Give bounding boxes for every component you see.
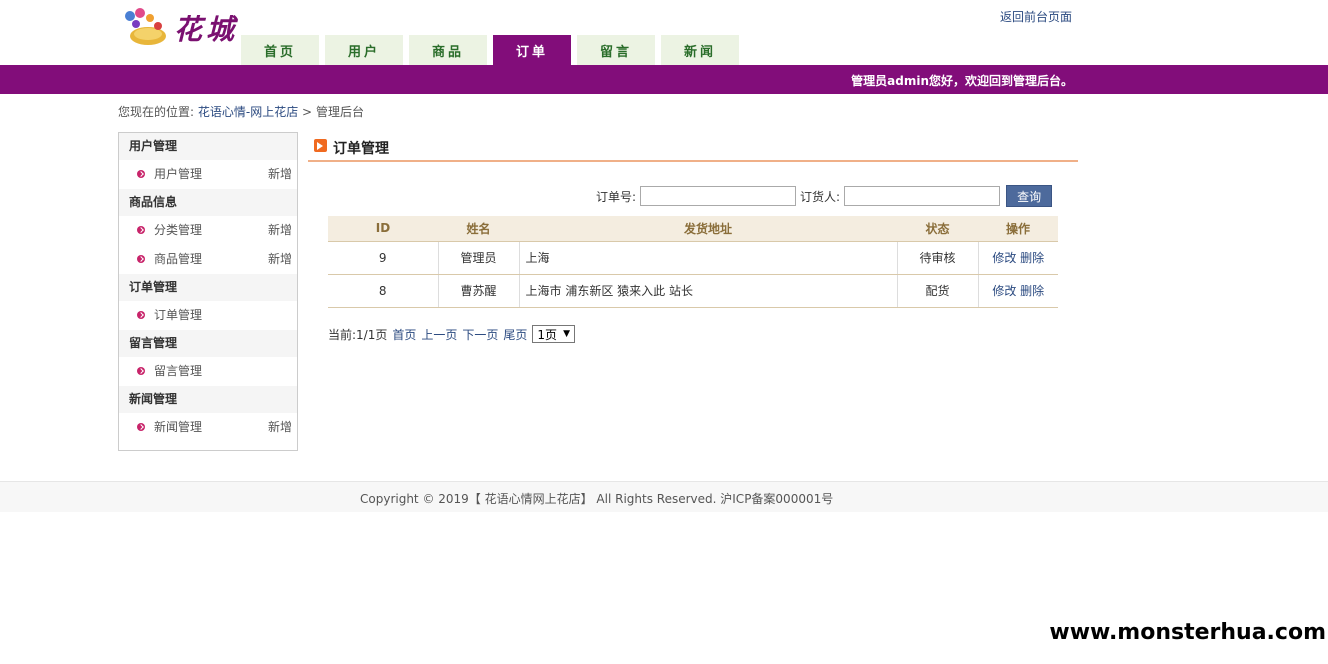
sidebar-group-title: 留言管理 [119, 330, 297, 357]
sidebar-group-title: 订单管理 [119, 274, 297, 301]
first-page-link[interactable]: 首页 [392, 326, 416, 343]
nav-tab-orders[interactable]: 订单 [493, 35, 571, 65]
breadcrumb: 您现在的位置: 花语心情-网上花店 > 管理后台 [118, 103, 364, 120]
table-row: 9 管理员 上海 待审核 修改 删除 [328, 241, 1058, 275]
breadcrumb-home-link[interactable]: 花语心情-网上花店 [198, 105, 298, 119]
sidebar-item-label[interactable]: 新闻管理 [154, 413, 202, 442]
sidebar-group-title: 用户管理 [119, 133, 297, 160]
cell-name: 管理员 [437, 241, 520, 275]
sidebar-add-link[interactable]: 新增 [268, 216, 292, 245]
edit-link[interactable]: 修改 [992, 284, 1016, 298]
back-to-frontend-link[interactable]: 返回前台页面 [1000, 8, 1072, 25]
sidebar-group-products: 商品信息 分类管理 新增 商品管理 新增 [119, 189, 297, 274]
cell-name: 曹苏醒 [437, 274, 520, 308]
table-header-row: ID 姓名 发货地址 状态 操作 [328, 216, 1058, 242]
sidebar-item-message-management[interactable]: 留言管理 [119, 357, 297, 386]
order-search-form: 订单号: 订货人: 查询 [596, 185, 1053, 207]
cell-id: 8 [328, 274, 438, 308]
breadcrumb-current: 管理后台 [315, 105, 364, 119]
sidebar-item-label[interactable]: 分类管理 [154, 216, 202, 245]
page-select-value: 1页 [537, 327, 558, 342]
flower-basket-icon [125, 8, 166, 45]
delete-link[interactable]: 删除 [1020, 284, 1044, 298]
nav-tab-news[interactable]: 新闻 [661, 35, 739, 65]
sidebar: 用户管理 用户管理 新增 商品信息 分类管理 新增 商品管理 新增 订单管理 订… [118, 132, 298, 451]
arrow-bullet-icon [137, 255, 145, 263]
sidebar-item-label[interactable]: 用户管理 [154, 160, 202, 189]
sidebar-item-news-management[interactable]: 新闻管理 新增 [119, 413, 297, 442]
arrow-bullet-icon [137, 423, 145, 431]
arrow-bullet-icon [137, 226, 145, 234]
orders-table: ID 姓名 发货地址 状态 操作 9 管理员 上海 待审核 修改 删除 8 曹苏… [328, 216, 1058, 308]
sidebar-group-messages: 留言管理 留言管理 [119, 330, 297, 386]
query-button[interactable]: 查询 [1006, 185, 1053, 207]
breadcrumb-prefix: 您现在的位置: [118, 105, 195, 119]
logo-text: 花城 [174, 13, 239, 46]
sidebar-group-title: 商品信息 [119, 189, 297, 216]
nav-tab-users[interactable]: 用户 [325, 35, 403, 65]
edit-link[interactable]: 修改 [992, 251, 1016, 265]
next-page-link[interactable]: 下一页 [462, 326, 498, 343]
sidebar-group-news: 新闻管理 新闻管理 新增 [119, 386, 297, 442]
cell-status: 配货 [897, 274, 979, 308]
breadcrumb-separator: > [302, 105, 313, 119]
buyer-label: 订货人: [800, 189, 841, 204]
site-logo[interactable]: 花城 [118, 4, 242, 50]
cell-id: 9 [328, 241, 438, 275]
watermark: www.monsterhua.com [1049, 620, 1326, 645]
sidebar-item-category-management[interactable]: 分类管理 新增 [119, 216, 297, 245]
cell-address: 上海市 浦东新区 猿来入此 站长 [519, 274, 898, 308]
sidebar-add-link[interactable]: 新增 [268, 245, 292, 274]
sidebar-add-link[interactable]: 新增 [268, 413, 292, 442]
column-header-actions: 操作 [978, 216, 1058, 242]
nav-tab-products[interactable]: 商品 [409, 35, 487, 65]
sidebar-group-orders: 订单管理 订单管理 [119, 274, 297, 330]
column-header-name: 姓名 [438, 216, 519, 242]
sidebar-item-label[interactable]: 订单管理 [154, 301, 202, 330]
buyer-input[interactable] [844, 186, 1001, 206]
cell-actions: 修改 删除 [978, 241, 1058, 275]
nav-tab-messages[interactable]: 留言 [577, 35, 655, 65]
cell-status: 待审核 [897, 241, 979, 275]
arrow-bullet-icon [137, 311, 145, 319]
cell-actions: 修改 删除 [978, 274, 1058, 308]
sidebar-item-user-management[interactable]: 用户管理 新增 [119, 160, 297, 189]
pagination: 当前:1/1页 首页 上一页 下一页 尾页 1页 ▼ [328, 325, 575, 343]
welcome-message: 管理员admin您好，欢迎回到管理后台。 [851, 74, 1073, 88]
pagination-info: 当前:1/1页 [328, 327, 388, 342]
main-nav: 首页 用户 商品 订单 留言 新闻 [241, 35, 745, 65]
arrow-right-icon [314, 139, 327, 152]
sidebar-item-label[interactable]: 留言管理 [154, 357, 202, 386]
sidebar-group-title: 新闻管理 [119, 386, 297, 413]
delete-link[interactable]: 删除 [1020, 251, 1044, 265]
sidebar-item-label[interactable]: 商品管理 [154, 245, 202, 274]
page-select[interactable]: 1页 ▼ [532, 325, 575, 343]
section-header: 订单管理 [308, 134, 1078, 162]
table-row: 8 曹苏醒 上海市 浦东新区 猿来入此 站长 配货 修改 删除 [328, 274, 1058, 308]
footer: Copyright © 2019【 花语心情网上花店】 All Rights R… [0, 481, 1328, 512]
order-number-label: 订单号: [596, 189, 637, 204]
sidebar-group-users: 用户管理 用户管理 新增 [119, 133, 297, 189]
sidebar-item-product-management[interactable]: 商品管理 新增 [119, 245, 297, 274]
arrow-bullet-icon [137, 170, 145, 178]
arrow-bullet-icon [137, 367, 145, 375]
order-number-input[interactable] [640, 186, 797, 206]
sidebar-item-order-management[interactable]: 订单管理 [119, 301, 297, 330]
last-page-link[interactable]: 尾页 [503, 326, 527, 343]
copyright-text: Copyright © 2019【 花语心情网上花店】 All Rights R… [360, 492, 834, 506]
sidebar-add-link[interactable]: 新增 [268, 160, 292, 189]
column-header-address: 发货地址 [519, 216, 897, 242]
dropdown-arrow-icon: ▼ [563, 329, 570, 339]
top-bar: 管理员admin您好，欢迎回到管理后台。 [0, 65, 1328, 94]
prev-page-link[interactable]: 上一页 [421, 326, 457, 343]
page-title: 订单管理 [333, 141, 389, 157]
column-header-status: 状态 [897, 216, 978, 242]
column-header-id: ID [328, 216, 438, 242]
nav-tab-home[interactable]: 首页 [241, 35, 319, 65]
cell-address: 上海 [519, 241, 898, 275]
